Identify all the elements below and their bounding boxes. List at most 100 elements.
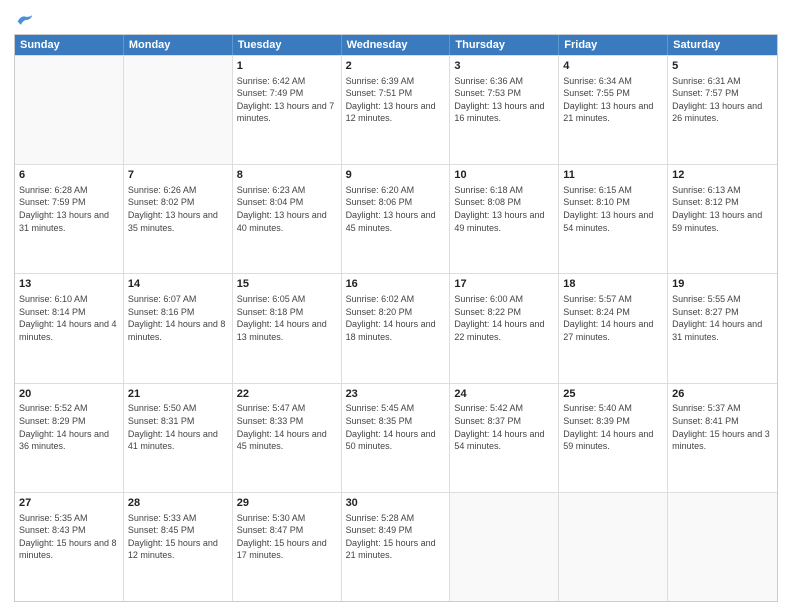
calendar-cell: 19Sunrise: 5:55 AMSunset: 8:27 PMDayligh… — [668, 274, 777, 382]
day-number: 26 — [672, 387, 773, 402]
calendar: SundayMondayTuesdayWednesdayThursdayFrid… — [14, 34, 778, 602]
cell-text: Sunrise: 5:35 AMSunset: 8:43 PMDaylight:… — [19, 512, 119, 562]
logo-text — [14, 10, 34, 30]
cell-text: Sunrise: 6:20 AMSunset: 8:06 PMDaylight:… — [346, 184, 446, 234]
calendar-cell: 27Sunrise: 5:35 AMSunset: 8:43 PMDayligh… — [15, 493, 124, 601]
calendar-cell — [559, 493, 668, 601]
cell-text: Sunrise: 5:55 AMSunset: 8:27 PMDaylight:… — [672, 293, 773, 343]
calendar-cell: 11Sunrise: 6:15 AMSunset: 8:10 PMDayligh… — [559, 165, 668, 273]
calendar-cell: 23Sunrise: 5:45 AMSunset: 8:35 PMDayligh… — [342, 384, 451, 492]
calendar-cell: 28Sunrise: 5:33 AMSunset: 8:45 PMDayligh… — [124, 493, 233, 601]
calendar-header: SundayMondayTuesdayWednesdayThursdayFrid… — [15, 35, 777, 55]
cell-text: Sunrise: 5:52 AMSunset: 8:29 PMDaylight:… — [19, 402, 119, 452]
cell-text: Sunrise: 6:39 AMSunset: 7:51 PMDaylight:… — [346, 75, 446, 125]
cell-text: Sunrise: 6:07 AMSunset: 8:16 PMDaylight:… — [128, 293, 228, 343]
cell-text: Sunrise: 6:31 AMSunset: 7:57 PMDaylight:… — [672, 75, 773, 125]
cell-text: Sunrise: 5:47 AMSunset: 8:33 PMDaylight:… — [237, 402, 337, 452]
day-number: 1 — [237, 59, 337, 74]
day-number: 10 — [454, 168, 554, 183]
day-number: 27 — [19, 496, 119, 511]
day-number: 3 — [454, 59, 554, 74]
calendar-cell: 9Sunrise: 6:20 AMSunset: 8:06 PMDaylight… — [342, 165, 451, 273]
day-number: 5 — [672, 59, 773, 74]
weekday-header: Thursday — [450, 35, 559, 55]
calendar-cell: 12Sunrise: 6:13 AMSunset: 8:12 PMDayligh… — [668, 165, 777, 273]
page: SundayMondayTuesdayWednesdayThursdayFrid… — [0, 0, 792, 612]
cell-text: Sunrise: 5:50 AMSunset: 8:31 PMDaylight:… — [128, 402, 228, 452]
cell-text: Sunrise: 6:05 AMSunset: 8:18 PMDaylight:… — [237, 293, 337, 343]
weekday-header: Sunday — [15, 35, 124, 55]
cell-text: Sunrise: 5:57 AMSunset: 8:24 PMDaylight:… — [563, 293, 663, 343]
calendar-row: 1Sunrise: 6:42 AMSunset: 7:49 PMDaylight… — [15, 55, 777, 164]
calendar-cell: 7Sunrise: 6:26 AMSunset: 8:02 PMDaylight… — [124, 165, 233, 273]
day-number: 6 — [19, 168, 119, 183]
cell-text: Sunrise: 6:02 AMSunset: 8:20 PMDaylight:… — [346, 293, 446, 343]
calendar-cell: 1Sunrise: 6:42 AMSunset: 7:49 PMDaylight… — [233, 56, 342, 164]
cell-text: Sunrise: 5:30 AMSunset: 8:47 PMDaylight:… — [237, 512, 337, 562]
cell-text: Sunrise: 6:23 AMSunset: 8:04 PMDaylight:… — [237, 184, 337, 234]
day-number: 29 — [237, 496, 337, 511]
calendar-cell: 5Sunrise: 6:31 AMSunset: 7:57 PMDaylight… — [668, 56, 777, 164]
day-number: 12 — [672, 168, 773, 183]
day-number: 4 — [563, 59, 663, 74]
cell-text: Sunrise: 6:34 AMSunset: 7:55 PMDaylight:… — [563, 75, 663, 125]
calendar-cell: 2Sunrise: 6:39 AMSunset: 7:51 PMDaylight… — [342, 56, 451, 164]
calendar-row: 6Sunrise: 6:28 AMSunset: 7:59 PMDaylight… — [15, 164, 777, 273]
calendar-cell: 10Sunrise: 6:18 AMSunset: 8:08 PMDayligh… — [450, 165, 559, 273]
calendar-cell: 29Sunrise: 5:30 AMSunset: 8:47 PMDayligh… — [233, 493, 342, 601]
calendar-cell: 18Sunrise: 5:57 AMSunset: 8:24 PMDayligh… — [559, 274, 668, 382]
cell-text: Sunrise: 6:42 AMSunset: 7:49 PMDaylight:… — [237, 75, 337, 125]
cell-text: Sunrise: 5:45 AMSunset: 8:35 PMDaylight:… — [346, 402, 446, 452]
calendar-row: 27Sunrise: 5:35 AMSunset: 8:43 PMDayligh… — [15, 492, 777, 601]
day-number: 15 — [237, 277, 337, 292]
weekday-header: Saturday — [668, 35, 777, 55]
day-number: 17 — [454, 277, 554, 292]
cell-text: Sunrise: 6:36 AMSunset: 7:53 PMDaylight:… — [454, 75, 554, 125]
cell-text: Sunrise: 5:42 AMSunset: 8:37 PMDaylight:… — [454, 402, 554, 452]
cell-text: Sunrise: 6:18 AMSunset: 8:08 PMDaylight:… — [454, 184, 554, 234]
day-number: 13 — [19, 277, 119, 292]
calendar-row: 13Sunrise: 6:10 AMSunset: 8:14 PMDayligh… — [15, 273, 777, 382]
logo — [14, 10, 34, 28]
day-number: 24 — [454, 387, 554, 402]
calendar-cell: 15Sunrise: 6:05 AMSunset: 8:18 PMDayligh… — [233, 274, 342, 382]
day-number: 8 — [237, 168, 337, 183]
weekday-header: Friday — [559, 35, 668, 55]
calendar-cell — [450, 493, 559, 601]
calendar-row: 20Sunrise: 5:52 AMSunset: 8:29 PMDayligh… — [15, 383, 777, 492]
calendar-cell: 14Sunrise: 6:07 AMSunset: 8:16 PMDayligh… — [124, 274, 233, 382]
cell-text: Sunrise: 5:33 AMSunset: 8:45 PMDaylight:… — [128, 512, 228, 562]
calendar-cell: 13Sunrise: 6:10 AMSunset: 8:14 PMDayligh… — [15, 274, 124, 382]
calendar-cell: 30Sunrise: 5:28 AMSunset: 8:49 PMDayligh… — [342, 493, 451, 601]
calendar-cell: 21Sunrise: 5:50 AMSunset: 8:31 PMDayligh… — [124, 384, 233, 492]
calendar-cell: 16Sunrise: 6:02 AMSunset: 8:20 PMDayligh… — [342, 274, 451, 382]
day-number: 30 — [346, 496, 446, 511]
day-number: 21 — [128, 387, 228, 402]
cell-text: Sunrise: 5:28 AMSunset: 8:49 PMDaylight:… — [346, 512, 446, 562]
cell-text: Sunrise: 6:10 AMSunset: 8:14 PMDaylight:… — [19, 293, 119, 343]
calendar-cell: 22Sunrise: 5:47 AMSunset: 8:33 PMDayligh… — [233, 384, 342, 492]
day-number: 25 — [563, 387, 663, 402]
day-number: 19 — [672, 277, 773, 292]
cell-text: Sunrise: 6:26 AMSunset: 8:02 PMDaylight:… — [128, 184, 228, 234]
calendar-cell — [668, 493, 777, 601]
cell-text: Sunrise: 6:15 AMSunset: 8:10 PMDaylight:… — [563, 184, 663, 234]
calendar-cell: 4Sunrise: 6:34 AMSunset: 7:55 PMDaylight… — [559, 56, 668, 164]
header — [14, 10, 778, 28]
weekday-header: Monday — [124, 35, 233, 55]
calendar-cell: 24Sunrise: 5:42 AMSunset: 8:37 PMDayligh… — [450, 384, 559, 492]
cell-text: Sunrise: 5:37 AMSunset: 8:41 PMDaylight:… — [672, 402, 773, 452]
day-number: 7 — [128, 168, 228, 183]
calendar-cell: 20Sunrise: 5:52 AMSunset: 8:29 PMDayligh… — [15, 384, 124, 492]
day-number: 9 — [346, 168, 446, 183]
cell-text: Sunrise: 6:00 AMSunset: 8:22 PMDaylight:… — [454, 293, 554, 343]
cell-text: Sunrise: 6:28 AMSunset: 7:59 PMDaylight:… — [19, 184, 119, 234]
calendar-cell: 25Sunrise: 5:40 AMSunset: 8:39 PMDayligh… — [559, 384, 668, 492]
calendar-cell — [124, 56, 233, 164]
day-number: 20 — [19, 387, 119, 402]
cell-text: Sunrise: 6:13 AMSunset: 8:12 PMDaylight:… — [672, 184, 773, 234]
calendar-cell: 3Sunrise: 6:36 AMSunset: 7:53 PMDaylight… — [450, 56, 559, 164]
day-number: 28 — [128, 496, 228, 511]
day-number: 22 — [237, 387, 337, 402]
calendar-cell — [15, 56, 124, 164]
